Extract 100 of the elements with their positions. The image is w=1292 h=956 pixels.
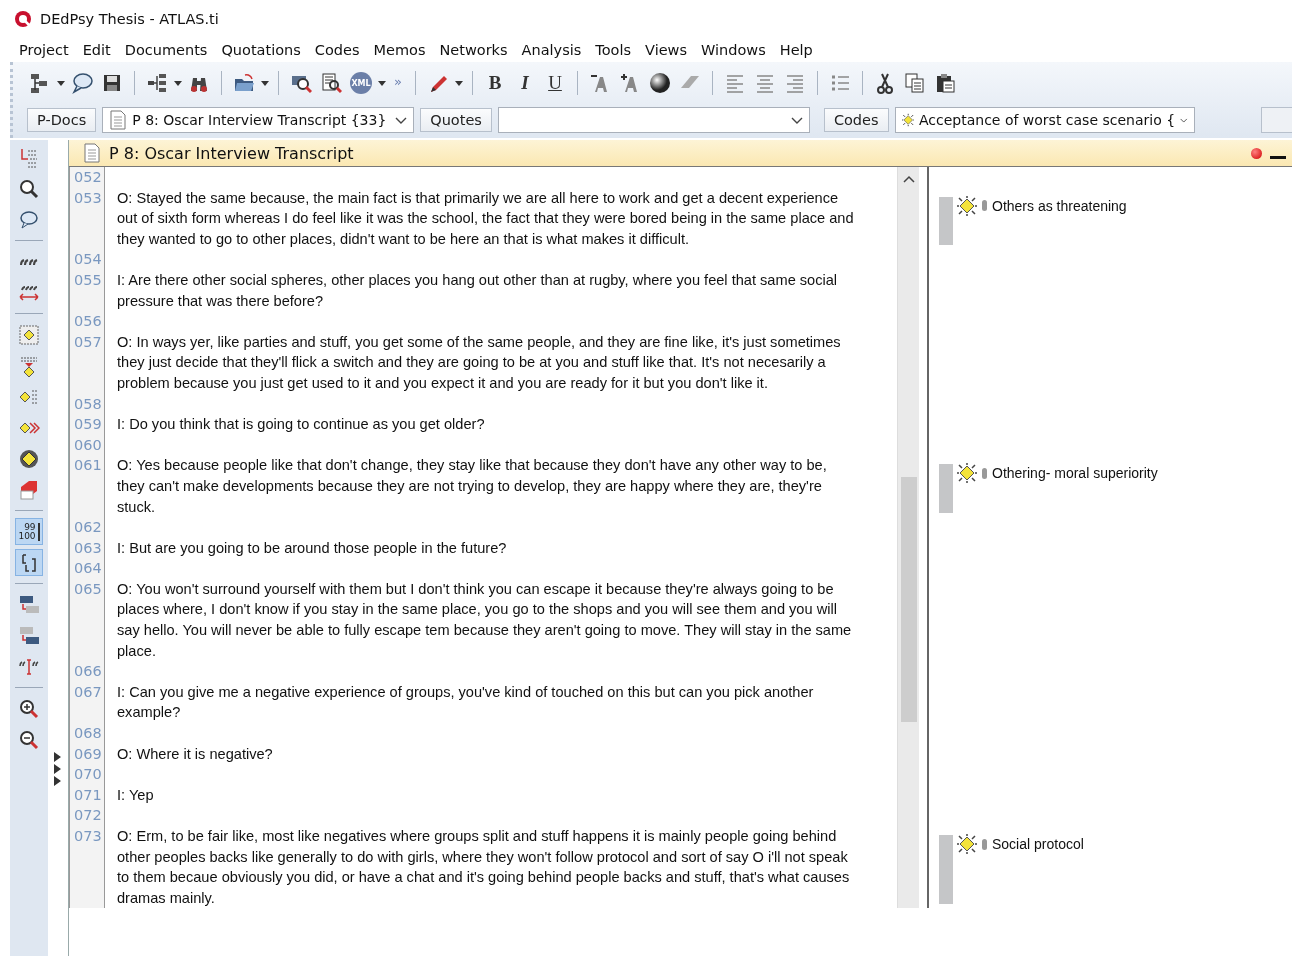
chevron-down-icon — [1180, 116, 1188, 124]
speech-bubble-icon — [71, 72, 93, 94]
scrollbar[interactable] — [897, 167, 919, 909]
code-bracket-bar — [939, 464, 953, 514]
toolbar-button[interactable]: P-Docs — [27, 108, 97, 132]
line-number: 069 — [69, 743, 105, 765]
speech-bubble-icon — [18, 208, 40, 231]
panel-arrow-icon — [18, 593, 40, 616]
zoom-in-icon — [18, 697, 40, 720]
line-number: 064 — [69, 558, 105, 579]
menu-item[interactable]: Edit — [75, 42, 118, 58]
document-dropdown[interactable]: P 8: Oscar Interview Transcript {33} — [102, 107, 415, 133]
menu-item[interactable]: Project — [12, 42, 76, 58]
app-logo-icon — [14, 10, 32, 28]
menu-item[interactable]: Help — [772, 42, 820, 58]
menu-item[interactable]: Documents — [117, 42, 215, 58]
toolbar-button[interactable]: Codes — [823, 108, 889, 132]
line-number: 067 — [69, 681, 105, 724]
line-list-icon — [18, 146, 40, 169]
code-label[interactable]: Othering- moral superiority — [992, 465, 1158, 482]
document-icon — [109, 110, 128, 130]
transcript-paragraph: O: Erm, to be fair like, most like negatives where groups split and stuff happens it is mainly people going behind other peoples backs like generally to do with girls, where they won't follow protocol and sort of say O i'll not speak to them becaue obviously you did, or have a chat and it's going behind people backs and stuff, that's what causes dramas mainly. — [116, 827, 851, 908]
line-number: 056 — [69, 311, 105, 332]
xml-button[interactable]: XML — [348, 70, 374, 96]
menu-item[interactable]: Networks — [432, 42, 515, 58]
align-left-icon — [724, 72, 746, 94]
caret-icon[interactable] — [378, 80, 386, 86]
search-document-icon — [320, 72, 342, 94]
line-number: 059 — [69, 414, 105, 435]
transcript-paragraph: O: Stayed the same because, the main fact is that primarily we are all here to work and get a decent experience out of sixth form whereas I do feel like it was the school, the fact that they were bored being in the same place and they wanted to go to other places, didn't want to be here an that is what makes it difficult. — [116, 188, 855, 249]
scissors-icon — [874, 72, 896, 94]
sphere-icon — [649, 72, 671, 94]
triangle-markers-icon — [54, 752, 62, 786]
menu-item[interactable]: Codes — [307, 42, 367, 58]
menu-item[interactable]: Views — [638, 42, 694, 58]
transcript-paragraph: I: Can you give me a negative experience of groups, you've kind of touched on this but can you pick another example? — [116, 682, 815, 723]
folder-icon — [233, 72, 255, 94]
bracket-button[interactable] — [15, 549, 43, 576]
transcript-paragraph: I: But are you going to be around those people in the future? — [116, 538, 508, 558]
italic-button[interactable]: I — [512, 70, 538, 96]
panel-arrow-icon — [18, 624, 40, 647]
line-number: 054 — [69, 249, 105, 270]
transcript-paragraph: O: Yes because people like that don't change, they stay like that because they don't have any other way to be, they can't make developments because they are not trying to develop, they are happy where they are, they're stuck. — [116, 456, 828, 517]
status-dot-icon — [1251, 147, 1262, 159]
line-number: 052 — [69, 167, 105, 188]
align-right-icon — [784, 72, 806, 94]
code-bracket-bar — [939, 835, 953, 905]
chevron-down-icon — [790, 116, 803, 124]
code-bracket-bar — [939, 196, 953, 246]
transcript-paragraph: I: Are there other social spheres, other places you hang out other than at rugby, where you feel that same social pressure that was there before? — [116, 270, 839, 311]
code-marker-icon — [982, 467, 987, 479]
transcript-paragraph: O: You won't surround yourself with them but I don't think you can escape it because they're always going to be places where, I don't know if you stay in the same place, you go to the shops and you will see them and you will say hello. You will never be able to fully escape tem because they aren't going to move. They will stay in the same place. — [116, 579, 853, 661]
line-number: 058 — [69, 393, 105, 415]
menu-item[interactable]: Tools — [588, 42, 639, 58]
overflow-button[interactable]: » — [390, 68, 406, 94]
transcript-paragraph: I: Yep — [116, 785, 155, 805]
transcript-paragraph: O: In ways yer, like parties and stuff, you get some of the same people, and they are fine like, it's just sometimes they just decide that they'll flick a switch and they are going to be at you and stuff like that. It's not necesarily a problem because you just get used to it and you expect it and you are ready for it but you don't like it. — [116, 332, 842, 393]
code-icon — [957, 834, 977, 854]
transcript-paragraph: I: Do you think that is going to continue as you get older? — [116, 415, 486, 435]
clipboard-icon — [934, 72, 956, 94]
quote-marks-icon — [20, 257, 38, 266]
line-number: 065 — [69, 578, 105, 662]
line-number: 060 — [69, 434, 105, 456]
copy-icon — [904, 72, 926, 94]
underline-button[interactable]: U — [542, 70, 568, 96]
caret-icon[interactable] — [261, 80, 269, 86]
transcript-paragraph: O: Where it is negative? — [116, 744, 274, 764]
line-number: 061 — [69, 455, 105, 518]
line-number: 055 — [69, 269, 105, 312]
document-title: P 8: Oscar Interview Transcript — [109, 143, 355, 163]
caret-icon[interactable] — [57, 80, 65, 86]
zoom-out-icon — [18, 728, 40, 751]
list-tree-icon — [146, 72, 168, 94]
toolbar-button[interactable]: Quotes — [420, 108, 492, 132]
line-number: 071 — [69, 784, 105, 806]
code-icon — [957, 463, 977, 484]
scroll-thumb[interactable] — [900, 477, 917, 722]
code-icon — [957, 195, 977, 216]
line-number: 072 — [69, 805, 105, 826]
menu-item[interactable]: Memos — [366, 42, 433, 58]
search-icon — [18, 177, 40, 200]
menu-item[interactable]: Analysis — [514, 42, 589, 58]
menu-item[interactable]: Windows — [694, 42, 773, 58]
line-number: 066 — [69, 661, 105, 682]
code-label[interactable]: Others as threatening — [992, 197, 1127, 214]
document-icon — [83, 143, 101, 163]
line-number: 057 — [69, 331, 105, 394]
code-dropdown[interactable]: Acceptance of worst case scenario { — [894, 107, 1195, 133]
align-center-icon — [754, 72, 776, 94]
menu-item[interactable]: Quotations — [214, 42, 308, 58]
sphere-button[interactable] — [647, 70, 673, 96]
chevron-down-icon — [395, 116, 408, 124]
caret-icon[interactable] — [455, 80, 463, 86]
code-label[interactable]: Social protocol — [992, 836, 1084, 852]
code-marker-icon — [982, 838, 987, 850]
bold-button[interactable]: B — [482, 70, 508, 96]
speech-bubble-button[interactable] — [69, 70, 95, 96]
scroll-up-icon — [902, 175, 915, 183]
caret-icon[interactable] — [174, 80, 182, 86]
line-number: 068 — [69, 723, 105, 744]
